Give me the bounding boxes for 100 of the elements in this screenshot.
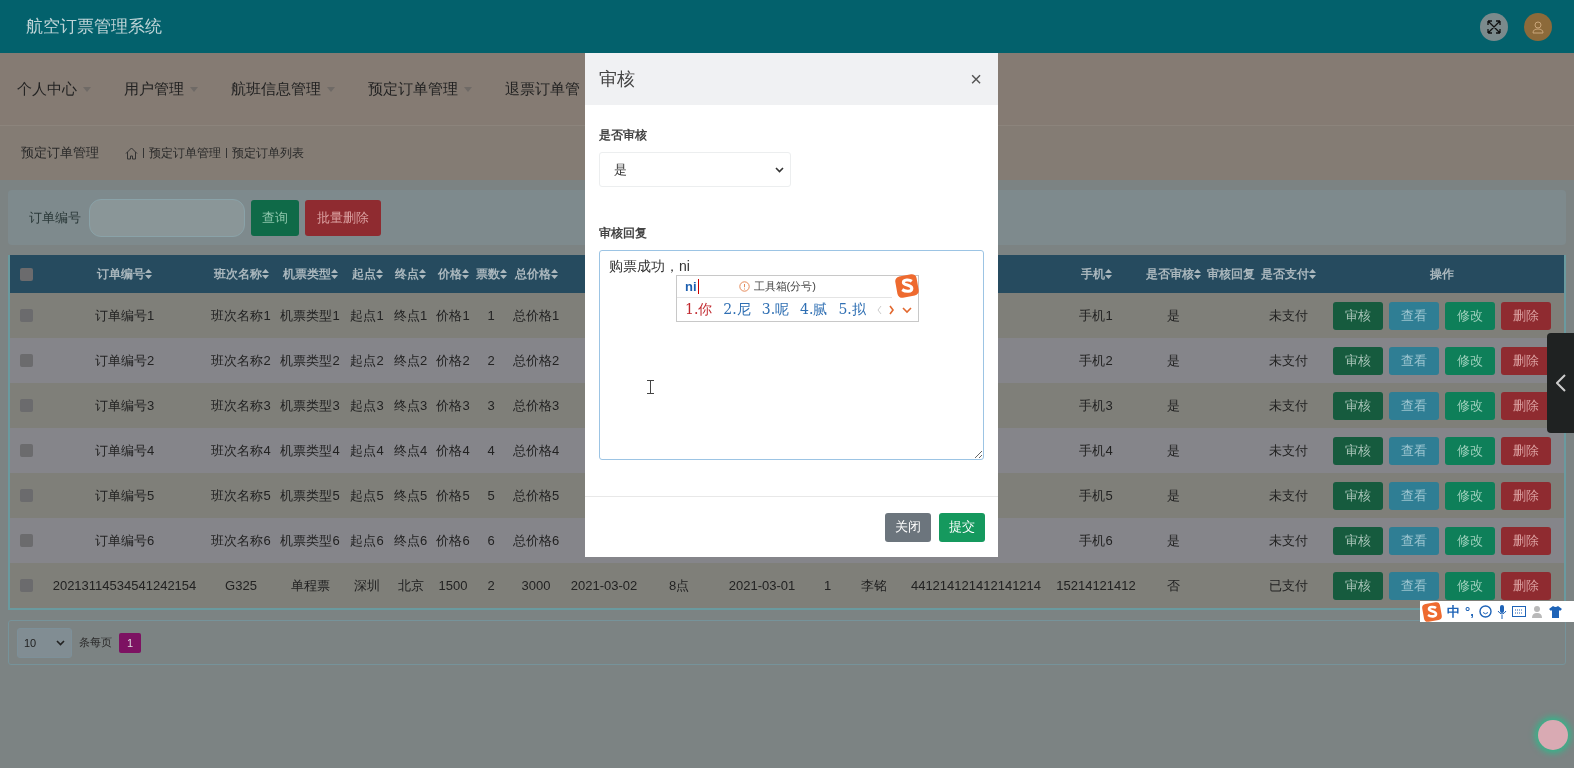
delete-button[interactable]: 删除 (1501, 571, 1551, 600)
sort-icon (1194, 269, 1201, 279)
edit-button[interactable]: 修改 (1445, 391, 1495, 420)
fullscreen-icon[interactable] (1480, 12, 1508, 41)
table-cell: 深圳 (354, 577, 380, 593)
view-button[interactable]: 查看 (1389, 346, 1439, 375)
table-cell: 订单编号2 (94, 352, 155, 368)
table-cell: 机票类型3 (280, 397, 340, 413)
microphone-icon[interactable] (1496, 604, 1507, 619)
ime-candidate[interactable]: 2.尼 (723, 300, 751, 319)
delete-button[interactable]: 删除 (1501, 481, 1551, 510)
submit-button[interactable]: 提交 (939, 512, 985, 542)
column-header[interactable]: 手机 (1080, 265, 1112, 283)
table-cell: 单程票 (290, 577, 330, 593)
home-icon[interactable] (125, 146, 138, 160)
table-cell: 订单编号1 (94, 307, 155, 323)
table-cell: 手机1 (1079, 307, 1113, 323)
text-cursor-icon (647, 380, 654, 394)
table-cell: 机票类型4 (280, 442, 340, 458)
ime-mode[interactable]: 中 (1447, 602, 1460, 621)
view-button[interactable]: 查看 (1389, 391, 1439, 420)
edit-button[interactable]: 修改 (1445, 571, 1495, 600)
table-cell: 3 (487, 398, 495, 413)
table-cell: 1 (823, 578, 832, 593)
column-header: 操作 (1430, 266, 1454, 281)
delete-button[interactable]: 删除 (1501, 436, 1551, 465)
review-button[interactable]: 审核 (1333, 481, 1383, 510)
table-cell: 终点4 (393, 442, 428, 458)
review-button[interactable]: 审核 (1333, 436, 1383, 465)
batch-delete-button[interactable]: 批量删除 (305, 199, 381, 236)
close-button[interactable]: × (968, 67, 984, 91)
table-cell: 订单编号5 (94, 487, 155, 503)
close-button[interactable]: 关闭 (885, 512, 931, 542)
ime-candidate[interactable]: 4.腻 (800, 300, 828, 319)
row-checkbox[interactable] (19, 534, 33, 547)
order-number-field[interactable] (89, 198, 245, 237)
avatar-icon[interactable] (1524, 12, 1552, 41)
punctuation-toggle[interactable]: °, (1465, 604, 1474, 619)
delete-button[interactable]: 删除 (1501, 301, 1551, 330)
table-cell: 8点 (668, 577, 690, 593)
edit-button[interactable]: 修改 (1445, 481, 1495, 510)
table-cell: 起点1 (350, 307, 384, 323)
table-cell: 终点5 (393, 487, 428, 503)
review-button[interactable]: 审核 (1333, 571, 1383, 600)
sort-icon (419, 269, 426, 279)
nav-menu-item[interactable]: 用户管理 (124, 79, 198, 99)
breadcrumb-link[interactable]: 预定订单管理 (149, 144, 221, 162)
nav-menu-item[interactable]: 预定订单管理 (368, 79, 472, 99)
edit-button[interactable]: 修改 (1445, 436, 1495, 465)
row-checkbox[interactable] (19, 354, 33, 367)
view-button[interactable]: 查看 (1389, 481, 1439, 510)
edit-button[interactable]: 修改 (1445, 526, 1495, 555)
page-button[interactable]: 1 (119, 632, 141, 653)
field-label: 审核回复 (599, 225, 648, 242)
view-button[interactable]: 查看 (1389, 301, 1439, 330)
table-cell: G325 (225, 578, 257, 593)
review-button[interactable]: 审核 (1333, 346, 1383, 375)
table-cell: 未支付 (1269, 487, 1308, 503)
ime-candidate[interactable]: 1.你 (685, 300, 713, 319)
select-all-checkbox[interactable] (19, 267, 33, 281)
row-checkbox[interactable] (19, 444, 33, 457)
delete-button[interactable]: 删除 (1501, 526, 1551, 555)
table-cell: 订单编号6 (94, 532, 155, 548)
table-cell: 手机2 (1079, 352, 1113, 368)
breadcrumb-link[interactable]: 预定订单列表 (232, 144, 304, 162)
view-button[interactable]: 查看 (1389, 436, 1439, 465)
ime-candidate[interactable]: 5.拟 (838, 300, 866, 319)
field-label: 订单编号 (29, 208, 81, 227)
ime-hint: 工具箱(分号) (753, 279, 816, 294)
nav-menu-item[interactable]: 航班信息管理 (231, 79, 335, 99)
ime-candidate[interactable]: 3.呢 (761, 300, 790, 319)
smiley-icon[interactable] (1478, 605, 1492, 618)
review-button[interactable]: 审核 (1333, 391, 1383, 420)
table-cell: 班次名称4 (211, 442, 271, 458)
review-button[interactable]: 审核 (1333, 301, 1383, 330)
shirt-icon[interactable] (1548, 605, 1562, 618)
floating-chat-button[interactable] (1538, 720, 1568, 750)
sort-icon (550, 269, 558, 279)
search-button[interactable]: 查询 (251, 199, 299, 236)
review-button[interactable]: 审核 (1333, 526, 1383, 555)
table-cell: 手机5 (1079, 487, 1113, 503)
nav-menu-item[interactable]: 个人中心 (17, 79, 91, 99)
table-cell: 价格4 (436, 442, 470, 458)
column-header[interactable]: 订单编号 (97, 265, 152, 283)
table-cell: 起点2 (350, 352, 384, 368)
nav-menu-item[interactable]: 退票订单管 (505, 79, 580, 99)
edit-button[interactable]: 修改 (1445, 301, 1495, 330)
table-cell: 价格1 (436, 307, 470, 323)
review-select[interactable]: 是 (599, 152, 791, 187)
side-panel-tab[interactable] (1547, 333, 1574, 433)
table-cell: 班次名称5 (211, 487, 271, 503)
view-button[interactable]: 查看 (1389, 571, 1439, 600)
table-cell: 2 (487, 353, 495, 368)
table-cell: 起点6 (350, 532, 384, 548)
page-size-select[interactable]: 10 (17, 627, 72, 658)
table-cell: 2 (487, 578, 495, 593)
edit-button[interactable]: 修改 (1445, 346, 1495, 375)
view-button[interactable]: 查看 (1389, 526, 1439, 555)
field-label: 是否审核 (599, 127, 648, 144)
keyboard-icon[interactable] (1511, 606, 1526, 617)
